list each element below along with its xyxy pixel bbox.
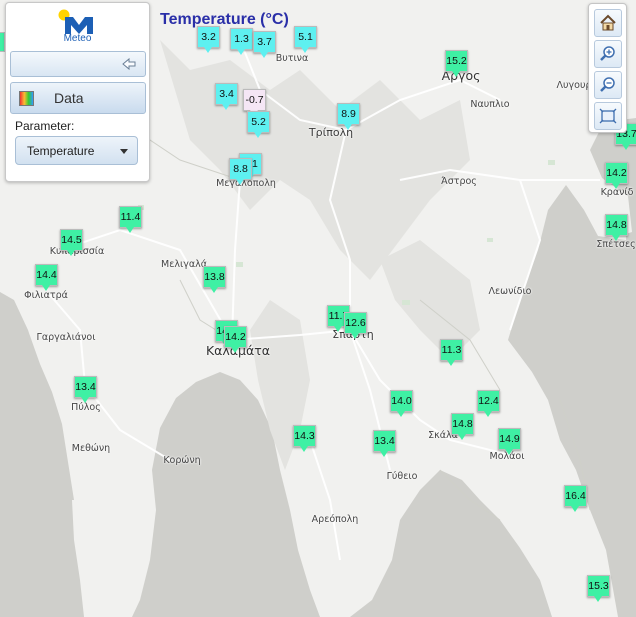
map-title: Temperature (°C) xyxy=(160,11,289,28)
zoom-out-button[interactable] xyxy=(594,71,622,99)
station-marker[interactable]: 13.8 xyxy=(203,266,226,293)
station-marker[interactable]: 5.1 xyxy=(294,26,317,53)
station-marker[interactable]: 11.3 xyxy=(440,339,463,366)
map-toolbar xyxy=(588,3,627,133)
place-label: Λεωνίδιο xyxy=(488,286,532,297)
station-marker[interactable]: 11.4 xyxy=(119,206,142,233)
station-marker[interactable]: 13.4 xyxy=(373,430,396,457)
place-label: Μελιγαλά xyxy=(161,259,207,270)
station-marker[interactable]: 14.2 xyxy=(224,326,247,353)
station-marker[interactable]: 14.2 xyxy=(605,162,628,189)
zoom-in-button[interactable] xyxy=(594,40,622,68)
station-marker[interactable]: 14.8 xyxy=(451,413,474,440)
control-panel: Meteo Data Parameter: Temperature xyxy=(5,2,150,182)
station-marker[interactable]: -0.7 xyxy=(243,89,266,116)
station-marker[interactable]: 14.0 xyxy=(390,390,413,417)
place-label: Μεθώνη xyxy=(71,443,111,454)
place-label: Γαργαλιάνοι xyxy=(36,332,96,343)
station-marker[interactable]: 13.4 xyxy=(74,376,97,403)
zoom-extent-button[interactable] xyxy=(594,102,622,130)
place-label: Αρεόπολη xyxy=(311,514,359,525)
station-marker[interactable]: 15.3 xyxy=(587,575,610,602)
time-slider[interactable] xyxy=(10,51,146,77)
place-label: Βυτινα xyxy=(275,53,309,64)
station-marker[interactable]: 3.7 xyxy=(253,31,276,58)
station-marker[interactable]: 3.2 xyxy=(197,26,220,53)
place-label: Άστρος xyxy=(441,176,477,187)
station-marker[interactable]: 8.9 xyxy=(337,103,360,130)
data-button-label: Data xyxy=(54,90,84,106)
logo-text: Meteo xyxy=(63,33,92,44)
parameter-select[interactable]: Temperature xyxy=(15,136,138,165)
station-marker[interactable]: 12.6 xyxy=(344,312,367,339)
station-marker[interactable]: 15.2 xyxy=(445,50,468,77)
zoom-out-icon xyxy=(600,77,615,92)
station-marker[interactable]: 14.3 xyxy=(293,425,316,452)
palette-icon xyxy=(19,90,34,106)
parameter-selected-value: Temperature xyxy=(27,144,95,158)
station-marker[interactable]: 3.4 xyxy=(215,83,238,110)
parameter-label: Parameter: xyxy=(15,119,75,133)
station-marker[interactable]: 14.9 xyxy=(498,428,521,455)
place-label: Λυγουρ xyxy=(556,80,592,91)
place-label: Ναυπλιο xyxy=(470,99,510,110)
place-label: Γύθειο xyxy=(386,471,418,482)
station-marker[interactable]: 14.4 xyxy=(35,264,58,291)
station-marker[interactable]: 14.8 xyxy=(605,214,628,241)
place-label: Κορώνη xyxy=(163,455,201,466)
station-marker[interactable]: 16.4 xyxy=(564,485,587,512)
station-marker[interactable]: 5.2 xyxy=(247,111,270,138)
zoom-extent-icon xyxy=(599,108,617,124)
data-button[interactable]: Data xyxy=(10,82,146,114)
home-icon xyxy=(600,14,616,31)
zoom-in-icon xyxy=(600,46,615,61)
arrow-left-icon[interactable] xyxy=(121,56,137,72)
home-button[interactable] xyxy=(594,9,622,37)
place-label: Πύλος xyxy=(71,402,101,413)
station-marker[interactable]: 14.5 xyxy=(60,229,83,256)
station-marker[interactable]: 8.8 xyxy=(229,158,252,185)
chevron-down-icon xyxy=(120,149,128,154)
place-label: Φιλιατρά xyxy=(24,290,68,301)
station-marker[interactable]: 12.4 xyxy=(477,390,500,417)
station-marker[interactable]: 1.3 xyxy=(230,28,253,55)
